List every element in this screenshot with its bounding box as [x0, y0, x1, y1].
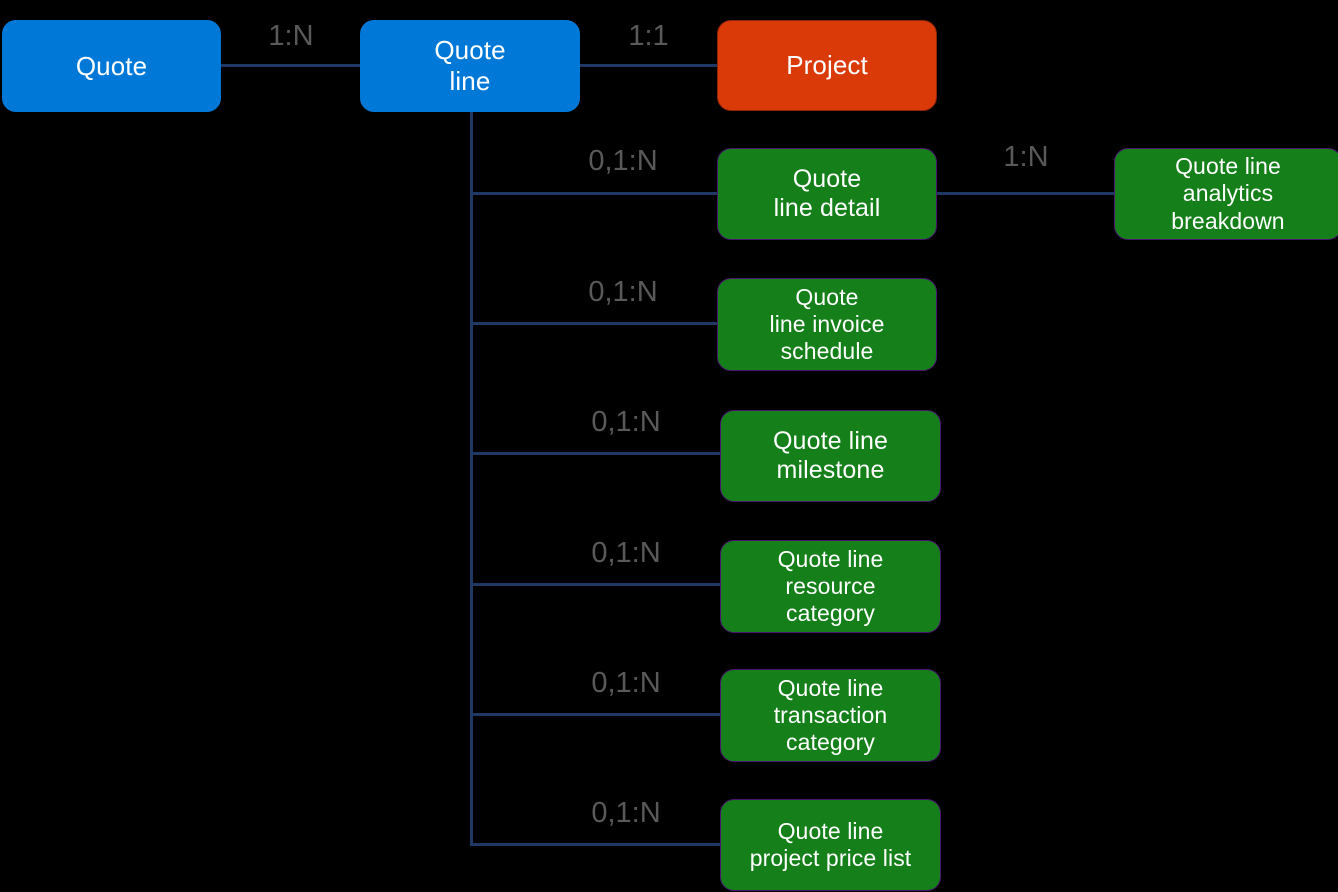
- connector-trunk-vertical: [470, 111, 473, 846]
- entity-quote-line-transaction-category[interactable]: Quote line transaction category: [720, 669, 941, 762]
- entity-quote[interactable]: Quote: [2, 20, 221, 112]
- cardinality-quote-line-to-project: 1:1: [628, 20, 669, 52]
- entity-project[interactable]: Project: [717, 20, 937, 111]
- entity-quote-line-resource-category[interactable]: Quote line resource category: [720, 540, 941, 633]
- connector-detail-to-analytics-breakdown: [937, 192, 1115, 195]
- cardinality-quote-line-to-milestone: 0,1:N: [591, 406, 661, 438]
- connector-quote-to-quote-line: [221, 64, 361, 67]
- connector-quote-line-to-project: [580, 64, 717, 67]
- connector-branch-resource-category: [470, 583, 722, 586]
- entity-quote-line-milestone[interactable]: Quote line milestone: [720, 410, 941, 502]
- connector-branch-milestone: [470, 452, 722, 455]
- connector-branch-quote-line-detail: [470, 192, 718, 195]
- entity-quote-line-detail[interactable]: Quote line detail: [717, 148, 937, 240]
- connector-branch-project-price-list: [470, 843, 722, 846]
- entity-quote-line-project-price-list[interactable]: Quote line project price list: [720, 799, 941, 891]
- entity-quote-line-invoice-schedule[interactable]: Quote line invoice schedule: [717, 278, 937, 371]
- cardinality-quote-line-to-project-price-list: 0,1:N: [591, 797, 661, 829]
- entity-quote-line-analytics-breakdown[interactable]: Quote line analytics breakdown: [1114, 148, 1338, 240]
- connector-branch-transaction-category: [470, 713, 722, 716]
- connector-branch-invoice-schedule: [470, 322, 718, 325]
- cardinality-quote-line-to-detail: 0,1:N: [588, 145, 658, 177]
- cardinality-quote-line-to-transaction-category: 0,1:N: [591, 667, 661, 699]
- diagram-canvas: 1:N 1:1 0,1:N 1:N 0,1:N 0,1:N 0,1:N 0,1:…: [0, 0, 1338, 892]
- cardinality-quote-line-to-resource-category: 0,1:N: [591, 537, 661, 569]
- cardinality-quote-to-quote-line: 1:N: [268, 20, 314, 52]
- cardinality-quote-line-to-invoice-schedule: 0,1:N: [588, 276, 658, 308]
- cardinality-detail-to-analytics-breakdown: 1:N: [1003, 141, 1049, 173]
- entity-quote-line[interactable]: Quote line: [360, 20, 580, 112]
